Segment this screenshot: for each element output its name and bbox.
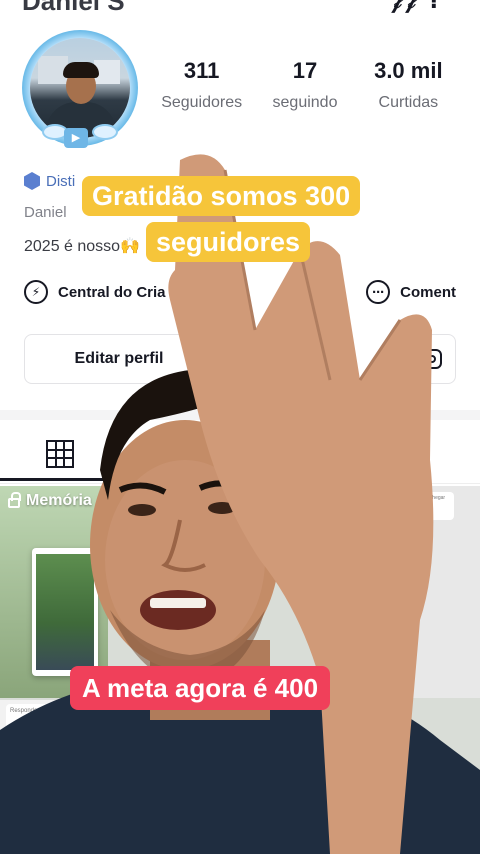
likes-count: 3.0 mil [374, 58, 443, 83]
active-tab-indicator [0, 478, 120, 481]
avatar-wing-right [92, 124, 118, 140]
bookmark-icon[interactable] [414, 442, 430, 466]
edit-profile-button[interactable]: Editar perfil [24, 334, 214, 384]
bio-text: 2025 é nosso🙌 [24, 238, 140, 255]
profile-links: ⚡ Central do Cria ⋯ Coment [24, 280, 456, 306]
memory-label: Memória [8, 492, 92, 510]
followers-count: 311 [183, 58, 220, 83]
likes-stat[interactable]: 3.0 mil Curtidas [357, 58, 460, 112]
likes-label: Curtidas [378, 94, 439, 111]
video-icon: ▶ [64, 128, 88, 148]
caption-line-2: seguidores [146, 222, 311, 262]
instagram-button[interactable] [408, 334, 456, 384]
profile-stats: 311 Seguidores 17 seguindo 3.0 mil Curti… [150, 58, 460, 112]
section-divider [0, 410, 480, 420]
chat-bubble-icon: ⋯ [366, 280, 391, 304]
photo-thumbnail [36, 554, 94, 670]
mini-comment-card: ...pra chegar [414, 492, 454, 520]
following-label: seguindo [272, 94, 338, 111]
profile-name-header: Daniel S [22, 0, 125, 16]
caption-line-1: Gratidão somos 300 [82, 176, 361, 216]
creator-center-link[interactable]: ⚡ Central do Cria [24, 280, 166, 304]
comments-link[interactable]: ⋯ Coment [366, 280, 456, 304]
followers-stat[interactable]: 311 Seguidores [150, 58, 253, 112]
lightning-icon: ⚡ [24, 280, 48, 304]
distinction-badge[interactable]: Disti [24, 172, 75, 190]
followers-label: Seguidores [161, 94, 243, 111]
username: Daniel [24, 204, 67, 221]
screen: Daniel S 𝒻𝒻 ⁝ ▶ 311 Seguidores 17 seguin… [0, 0, 480, 854]
avatar[interactable] [30, 38, 130, 138]
memory-label-text: Memória [26, 492, 92, 509]
shield-icon [24, 172, 40, 190]
content-tabs [0, 424, 480, 484]
lock-icon [8, 492, 21, 508]
comments-label: Coment [400, 283, 456, 301]
following-stat[interactable]: 17 seguindo [253, 58, 356, 112]
header-icons[interactable]: 𝒻𝒻 ⁝ [392, 0, 442, 14]
grid-icon[interactable] [46, 440, 74, 468]
following-count: 17 [292, 58, 318, 83]
badge-label: Disti [46, 172, 76, 190]
instagram-icon [422, 349, 442, 369]
goal-caption: A meta agora é 400 [70, 666, 331, 710]
creator-center-label: Central do Cria [58, 283, 166, 301]
